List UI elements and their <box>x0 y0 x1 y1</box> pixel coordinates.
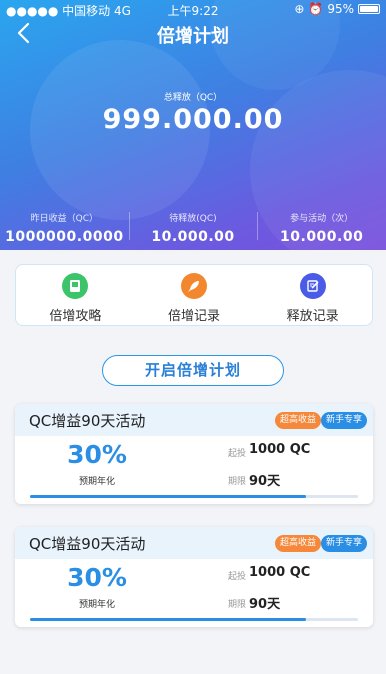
expected-rate: 30% <box>67 440 127 469</box>
plan-card[interactable]: QC增益90天活动 超高收益 新手专享 30% 预期年化 起投 1000 QC … <box>15 404 373 504</box>
min-invest-label: 起投 <box>228 449 247 459</box>
page-title: 倍增计划 <box>157 26 229 47</box>
total-release-value: 999.000.00 <box>102 104 284 135</box>
stat-value: 10.000.00 <box>151 229 235 245</box>
period-label: 期限 <box>228 600 247 610</box>
quick-link-label: 释放记录 <box>286 309 339 324</box>
min-invest-label: 起投 <box>228 572 247 582</box>
quick-link-label: 倍增攻略 <box>49 309 102 324</box>
stat-label: 待释放(QC) <box>169 214 217 224</box>
total-release-label: 总释放（QC） <box>163 93 223 103</box>
book-icon <box>62 273 89 299</box>
period-value: 90天 <box>249 597 281 612</box>
min-invest-value: 1000 QC <box>249 442 311 457</box>
alarm-icon: ⏰ <box>308 2 324 16</box>
progress-fill <box>30 618 306 621</box>
period-value: 90天 <box>249 474 281 489</box>
stat-label: 参与活动（次） <box>290 214 354 224</box>
progress-fill <box>30 495 306 498</box>
stat-pending-release: 待释放(QC) 10.000.00 <box>128 200 258 250</box>
high-yield-badge: 超高收益 <box>274 535 321 552</box>
stat-value: 1000000.0000 <box>5 229 124 245</box>
quick-link-label: 倍增记录 <box>168 309 221 324</box>
stat-yesterday-earnings: 昨日收益（QC） 1000000.0000 <box>0 200 129 250</box>
plan-card[interactable]: QC增益90天活动 超高收益 新手专享 30% 预期年化 起投 1000 QC … <box>15 527 373 627</box>
nav-bar: 倍增计划 <box>0 18 386 50</box>
quick-link-multiply-records[interactable]: 倍增记录 <box>135 265 254 325</box>
battery-icon <box>358 4 380 14</box>
plan-card-header: QC增益90天活动 超高收益 新手专享 <box>15 404 373 436</box>
newbie-badge: 新手专享 <box>320 535 367 552</box>
period-label: 期限 <box>228 477 247 487</box>
plan-title: QC增益90天活动 <box>29 412 146 430</box>
stat-value: 10.000.00 <box>280 229 364 245</box>
lock-rotation-icon: ⊕ <box>294 2 305 16</box>
quick-link-release-records[interactable]: 释放记录 <box>253 265 372 325</box>
min-invest-value: 1000 QC <box>249 565 311 580</box>
expected-rate: 30% <box>67 563 127 592</box>
progress-bar <box>30 618 358 621</box>
quick-links: 倍增攻略 倍增记录 释放记录 <box>15 264 373 326</box>
newbie-badge: 新手专享 <box>320 412 367 429</box>
stat-participations: 参与活动（次） 10.000.00 <box>257 200 386 250</box>
status-bar: ●●●●● 中国移动 4G 上午9:22 ⊕ ⏰ 95% <box>0 0 386 18</box>
high-yield-badge: 超高收益 <box>274 412 321 429</box>
plan-card-header: QC增益90天活动 超高收益 新手专享 <box>15 527 373 559</box>
progress-bar <box>30 495 358 498</box>
battery-percent: 95% <box>327 2 354 16</box>
quick-link-guide[interactable]: 倍增攻略 <box>16 265 135 325</box>
start-plan-button[interactable]: 开启倍增计划 <box>102 355 284 386</box>
edit-icon <box>299 273 326 299</box>
hero-banner: ●●●●● 中国移动 4G 上午9:22 ⊕ ⏰ 95% 倍增计划 总释放（QC… <box>0 0 386 250</box>
expected-rate-label: 预期年化 <box>78 600 115 610</box>
stats-row: 昨日收益（QC） 1000000.0000 待释放(QC) 10.000.00 … <box>0 200 386 250</box>
rocket-icon <box>181 273 207 299</box>
plan-title: QC增益90天活动 <box>29 535 146 553</box>
stat-label: 昨日收益（QC） <box>30 214 99 224</box>
expected-rate-label: 预期年化 <box>78 477 115 487</box>
